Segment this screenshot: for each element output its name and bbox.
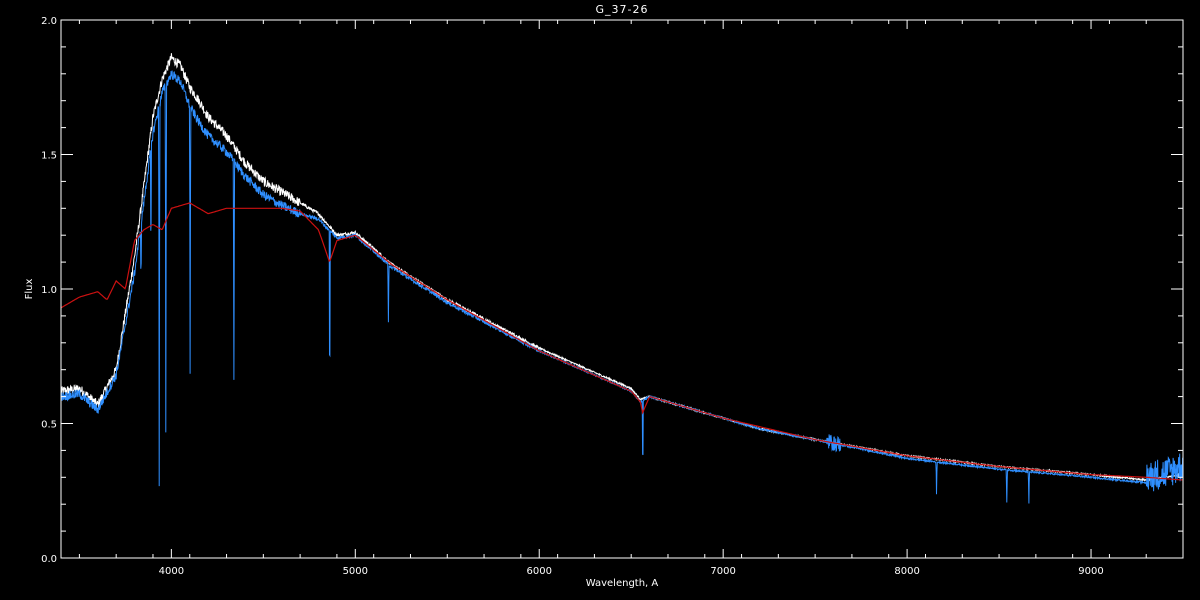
chart-title: G_37-26: [596, 3, 649, 16]
y-tick-label: 0.5: [41, 420, 57, 431]
spectrum-chart: 4000 5000 6000 7000 8000 90000.00.51.01.52.0 …: [0, 0, 1200, 600]
chart-background: [0, 0, 1200, 600]
x-tick-label: 5000: [343, 566, 368, 577]
x-tick-label: 4000: [159, 566, 184, 577]
y-tick-label: 1.0: [41, 285, 57, 296]
x-tick-label: 6000: [527, 566, 552, 577]
y-tick-label: 2.0: [41, 16, 57, 27]
x-tick-label: 8000: [894, 566, 919, 577]
x-axis-label: Wavelength, A: [586, 578, 659, 589]
y-tick-label: 0.0: [41, 554, 57, 565]
y-tick-label: 1.5: [41, 151, 57, 162]
y-axis-label: Flux: [24, 279, 35, 300]
x-tick-label: 7000: [710, 566, 735, 577]
x-tick-label: 9000: [1078, 566, 1103, 577]
